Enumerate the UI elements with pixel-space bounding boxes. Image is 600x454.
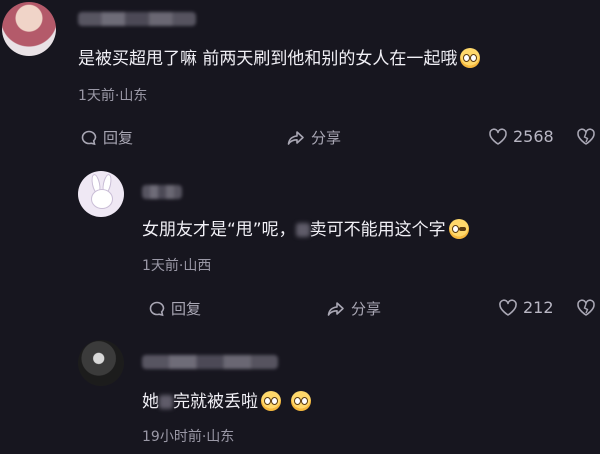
share-label: 分享: [351, 300, 382, 318]
share-label: 分享: [311, 129, 342, 147]
like-button[interactable]: 2568: [488, 127, 554, 146]
flushed-face-emoji: [291, 391, 311, 411]
share-arrow-icon: [326, 300, 346, 318]
comment-text: 是被买超甩了嘛 前两天刷到他和别的女人在一起哦: [78, 48, 481, 70]
reply-label: 回复: [171, 300, 202, 318]
broken-heart-icon: [576, 128, 596, 146]
like-button[interactable]: 212: [498, 298, 554, 317]
flushed-face-emoji: [460, 48, 481, 68]
share-button[interactable]: 分享: [326, 298, 381, 319]
reply-label: 回复: [103, 129, 134, 147]
comment-text: 女朋友才是“甩”呢， 卖可不能用这个字: [142, 219, 469, 241]
comment-text-part-2: 卖可不能用这个字: [309, 220, 446, 240]
comment-meta: 1天前·山西: [142, 258, 212, 274]
user-avatar[interactable]: [78, 171, 124, 217]
reply-button[interactable]: 回复: [148, 298, 201, 319]
comment-meta: 1天前·山东: [78, 88, 148, 104]
flushed-face-emoji: [261, 391, 281, 411]
user-avatar[interactable]: [2, 2, 56, 56]
broken-heart-icon: [576, 299, 596, 317]
like-count: 2568: [513, 127, 554, 146]
comment-text: 她完就被丢啦: [142, 391, 311, 413]
heart-icon: [498, 298, 518, 317]
chat-bubble-icon: [148, 300, 166, 318]
comment-text-part-1: 女朋友才是“甩”呢，: [142, 220, 296, 240]
comment-text-part-1: 她: [142, 392, 159, 412]
redacted-mark: [295, 223, 310, 237]
comment-meta: 19小时前·山东: [142, 429, 235, 445]
share-button[interactable]: 分享: [286, 127, 341, 148]
username-redacted[interactable]: [142, 355, 278, 369]
heart-icon: [488, 127, 508, 146]
share-arrow-icon: [286, 129, 306, 147]
dislike-button[interactable]: [576, 128, 596, 146]
redacted-mark: [159, 395, 173, 409]
user-avatar[interactable]: [78, 340, 124, 386]
comment-text-content: 是被买超甩了嘛 前两天刷到他和别的女人在一起哦: [78, 49, 458, 69]
reply-button[interactable]: 回复: [80, 127, 133, 148]
dislike-button[interactable]: [576, 299, 596, 317]
username-redacted[interactable]: [142, 185, 182, 199]
username-redacted[interactable]: [78, 12, 196, 26]
winking-tongue-emoji: [448, 219, 469, 239]
comment-text-part-2: 完就被丢啦: [173, 392, 258, 412]
chat-bubble-icon: [80, 129, 98, 147]
like-count: 212: [523, 298, 554, 317]
